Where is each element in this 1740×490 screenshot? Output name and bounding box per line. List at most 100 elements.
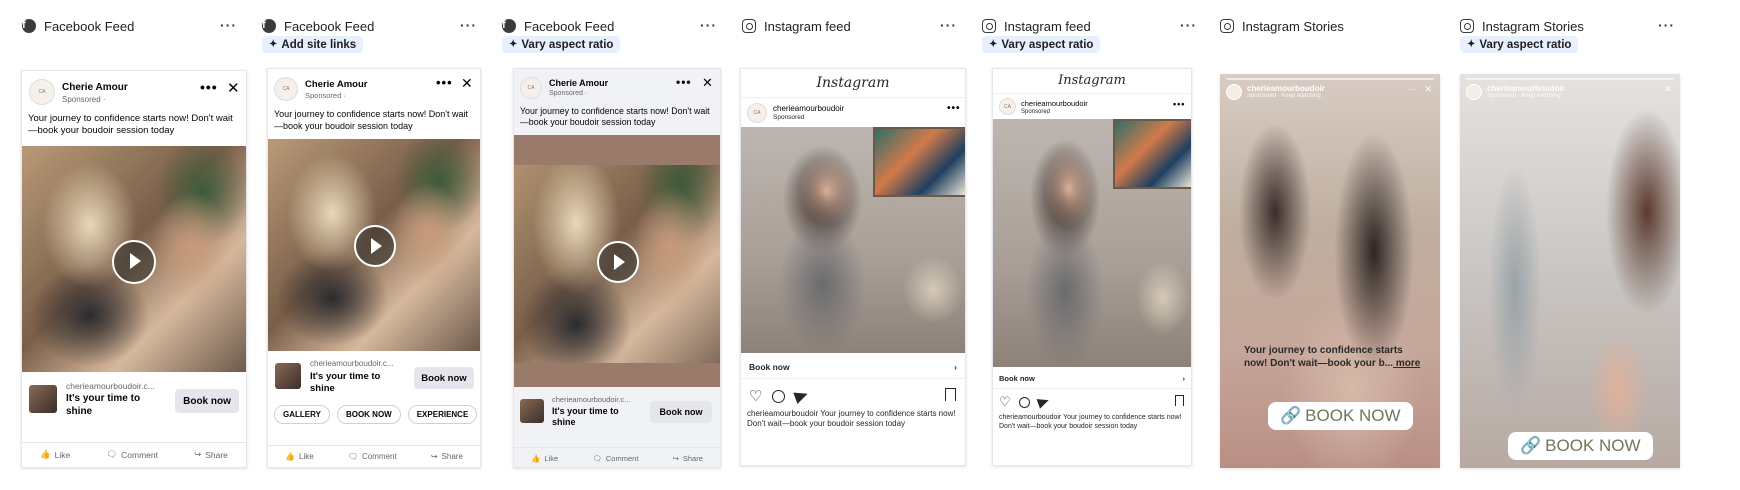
account-avatar [1226,84,1242,100]
ad-preview-card: CA Cherie Amour Sponsored · ••• ✕ Your j… [21,70,247,468]
placement-header: f Facebook Feed [22,16,134,36]
action-bar: 👍 Like 🗨 Comment ↪ Share [22,442,246,466]
video-media[interactable] [741,127,965,353]
site-link-experience[interactable]: EXPERIENCE [407,405,478,424]
post-actions: ♡ [999,394,1051,410]
close-icon[interactable]: ✕ [1424,84,1432,95]
sponsored-label: Sponsored [773,114,805,121]
link-domain: cherieamourboudoir.c... [310,359,394,368]
video-media[interactable] [268,139,480,351]
placement-header: Instagram feed [982,16,1091,36]
like-button[interactable]: 👍 Like [285,446,314,467]
site-link-book-now[interactable]: BOOK NOW [336,405,401,424]
book-now-button[interactable]: Book now [414,367,474,389]
story-subtitle: Sponsored · Keep watching [1247,93,1321,100]
play-icon[interactable] [597,241,639,283]
close-icon[interactable]: ✕ [702,75,713,91]
sponsored-label: Sponsored · [305,91,346,100]
like-button[interactable]: 👍 Like [531,448,558,467]
book-now-bar[interactable]: Book now › [993,369,1191,389]
more-icon[interactable]: ••• [1173,99,1185,109]
caption: cherieamourboudoir Your journey to confi… [747,409,956,429]
story-header: cherieamourboudoir Sponsored · Keep watc… [1466,84,1565,100]
variation-badge: ✦ Vary aspect ratio [1460,36,1579,53]
bookmark-icon[interactable] [945,388,956,401]
book-now-button[interactable]: Book now [650,401,712,423]
play-icon[interactable] [112,240,156,284]
comment-button[interactable]: 🗨 Comment [348,446,397,467]
link-icon: 🔗 [1280,406,1302,425]
close-icon[interactable]: ✕ [461,75,473,92]
preview-column-7: Instagram Stories ··· ✦ Vary aspect ratio… [1440,0,1680,490]
comment-button[interactable]: 🗨 Comment [592,448,638,467]
instagram-icon [1220,19,1234,33]
facebook-icon: f [502,19,516,33]
account-handle: cherieamourboudoir [1487,83,1565,93]
share-button[interactable]: ↪ Share [194,443,228,466]
video-media[interactable] [993,119,1191,367]
ad-preview-card: Instagram CA cherieamourboudoir Sponsore… [740,68,966,466]
send-icon[interactable] [1036,395,1051,409]
page-name: Cherie Amour [549,78,609,88]
variation-badge: ✦ Vary aspect ratio [502,36,621,53]
preview-column-3: f Facebook Feed ··· ✦ Vary aspect ratio C… [480,0,721,490]
heart-icon[interactable]: ♡ [999,394,1011,410]
sparkle-icon: ✦ [509,39,518,50]
variation-badge: ✦ Vary aspect ratio [982,36,1101,53]
comment-icon: 🗨 [592,454,602,463]
book-now-button[interactable]: Book now [175,389,239,413]
sparkle-icon: ✦ [269,39,278,50]
site-links: GALLERY BOOK NOW EXPERIENCE [274,405,478,424]
like-button[interactable]: 👍 Like [40,443,70,466]
comment-icon: 🗨 [347,452,359,461]
video-media[interactable] [22,146,246,372]
story-cta-button[interactable]: 🔗 BOOK NOW [1268,402,1413,430]
close-icon[interactable]: ✕ [1664,84,1672,95]
sponsored-label: Sponsored [1021,109,1051,115]
more-icon[interactable]: ··· [1407,84,1416,95]
placement-header: f Facebook Feed [262,16,374,36]
more-options-icon[interactable]: ··· [1658,18,1674,32]
story-preview: cherieamourboudoir Sponsored · Keep watc… [1220,74,1440,468]
comment-icon[interactable] [1018,396,1030,408]
share-button[interactable]: ↪ Share [672,448,703,467]
more-icon[interactable]: ••• [200,79,218,95]
page-avatar: CA [274,77,298,101]
more-icon[interactable]: ••• [676,75,692,89]
page-name: Cherie Amour [62,82,128,93]
share-icon: ↪ [672,454,679,463]
more-icon[interactable]: ••• [947,103,961,114]
instagram-icon [982,19,996,33]
play-icon[interactable] [354,225,396,267]
heart-icon[interactable]: ♡ [749,387,762,405]
variation-badge: ✦ Add site links [262,36,364,53]
thumbs-up-icon: 👍 [285,452,296,461]
caption: cherieamourboudoir Your journey to confi… [999,414,1182,431]
book-now-bar[interactable]: Book now › [741,355,965,379]
more-link[interactable]: more [1393,358,1420,369]
link-icon: 🔗 [1520,436,1542,455]
story-cta-button[interactable]: 🔗 BOOK NOW [1508,432,1653,460]
comment-button[interactable]: 🗨 Comment [106,443,158,466]
primary-text: Your journey to confidence starts now! D… [520,106,710,128]
link-thumbnail [275,363,301,389]
story-preview: cherieamourboudoir Sponsored · Keep watc… [1460,74,1680,468]
account-handle: cherieamourboudoir [773,104,845,113]
placement-title: Facebook Feed [284,18,375,34]
facebook-icon: f [262,19,276,33]
comment-icon[interactable] [772,389,786,403]
bookmark-icon[interactable] [1175,395,1184,406]
share-icon: ↪ [194,449,202,459]
send-icon[interactable] [793,388,811,404]
close-icon[interactable]: ✕ [227,79,240,97]
video-media[interactable] [514,135,720,387]
more-icon[interactable]: ••• [436,75,453,90]
site-link-gallery[interactable]: GALLERY [274,405,330,424]
page-avatar: CA [520,77,542,99]
link-headline: It's your time to shine [66,393,141,417]
share-button[interactable]: ↪ Share [431,446,463,467]
sponsored-label: Sponsored · [62,95,106,104]
placement-header: Instagram feed [742,16,851,36]
sparkle-icon: ✦ [989,39,998,50]
thumbs-up-icon: 👍 [531,454,541,463]
